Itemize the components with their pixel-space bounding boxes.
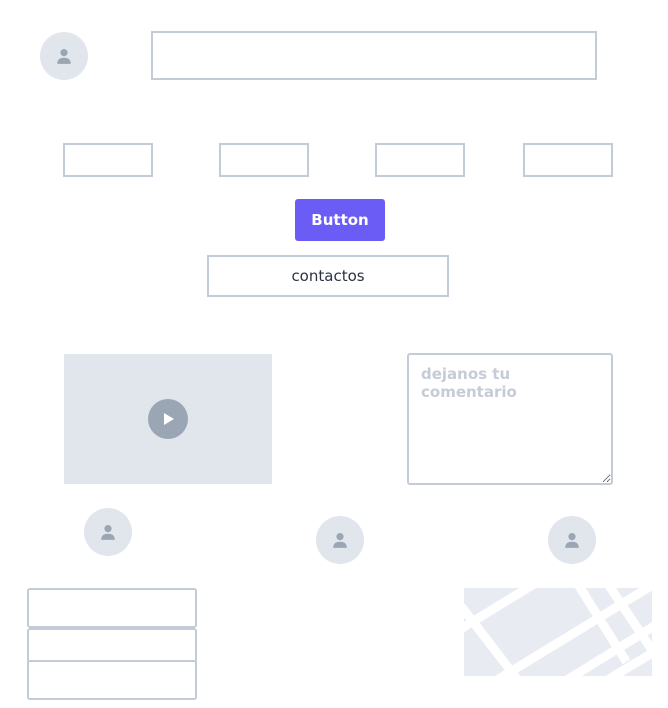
primary-button[interactable]: Button bbox=[295, 199, 385, 241]
avatar bbox=[84, 508, 132, 556]
header-input[interactable] bbox=[151, 31, 597, 80]
map[interactable] bbox=[464, 588, 652, 676]
play-icon bbox=[164, 413, 174, 425]
play-button[interactable] bbox=[148, 399, 188, 439]
avatar bbox=[548, 516, 596, 564]
comment-textarea[interactable] bbox=[407, 353, 613, 485]
stacked-input-1[interactable] bbox=[27, 588, 197, 628]
contact-field-text: contactos bbox=[291, 267, 365, 285]
contact-field[interactable]: contactos bbox=[207, 255, 449, 297]
avatar bbox=[316, 516, 364, 564]
map-streets bbox=[464, 588, 652, 676]
small-input-2[interactable] bbox=[219, 143, 309, 177]
avatar bbox=[40, 32, 88, 80]
small-input-4[interactable] bbox=[523, 143, 613, 177]
stacked-input-3[interactable] bbox=[27, 660, 197, 700]
user-icon bbox=[333, 533, 347, 548]
video-player[interactable] bbox=[64, 354, 272, 484]
small-input-1[interactable] bbox=[63, 143, 153, 177]
user-icon bbox=[101, 525, 115, 540]
user-icon bbox=[565, 533, 579, 548]
user-icon bbox=[57, 49, 71, 64]
small-input-3[interactable] bbox=[375, 143, 465, 177]
